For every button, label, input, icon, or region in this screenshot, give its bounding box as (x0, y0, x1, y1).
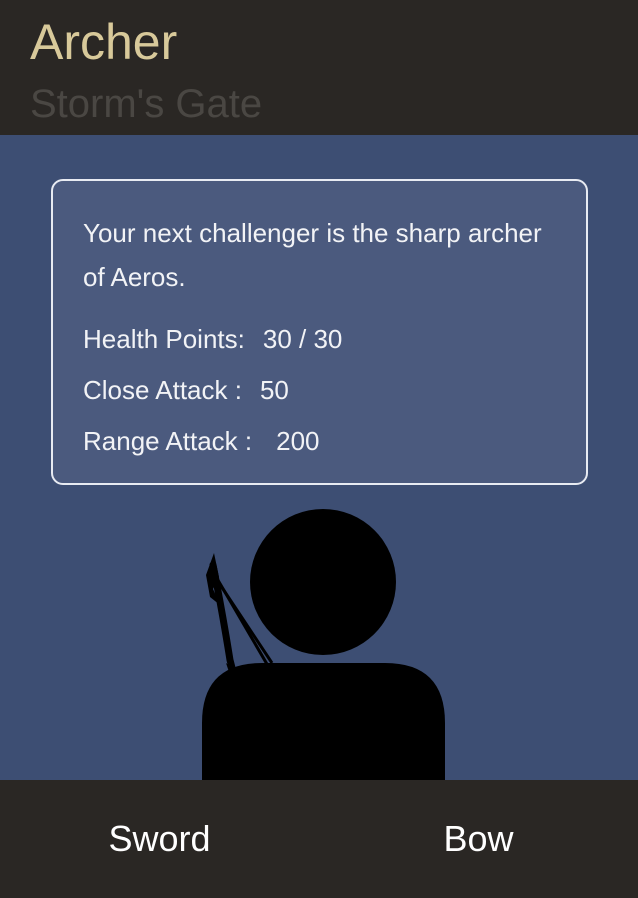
bow-button[interactable]: Bow (319, 780, 638, 898)
stat-close-attack: Close Attack : 50 (83, 370, 556, 421)
action-bar: Sword Bow (0, 780, 638, 898)
enemy-name: Archer (30, 14, 178, 70)
top-bar: Archer Storm's Gate (0, 0, 638, 135)
location-name: Storm's Gate (30, 82, 263, 126)
stat-label: Health Points: (83, 324, 245, 354)
enemy-info-card: Your next challenger is the sharp archer… (51, 179, 588, 485)
stat-label: Close Attack : (83, 375, 242, 405)
stat-value: 200 (276, 426, 320, 456)
challenger-description: Your next challenger is the sharp archer… (83, 218, 542, 292)
battle-scene: Your next challenger is the sharp archer… (0, 135, 638, 780)
stat-label: Range Attack : (83, 426, 253, 456)
stat-value: 50 (259, 375, 289, 405)
sword-button[interactable]: Sword (0, 780, 319, 898)
stat-value: 30 / 30 (262, 324, 343, 354)
stat-health-points: Health Points: 30 / 30 (83, 319, 556, 370)
stat-range-attack: Range Attack : 200 (83, 421, 556, 472)
